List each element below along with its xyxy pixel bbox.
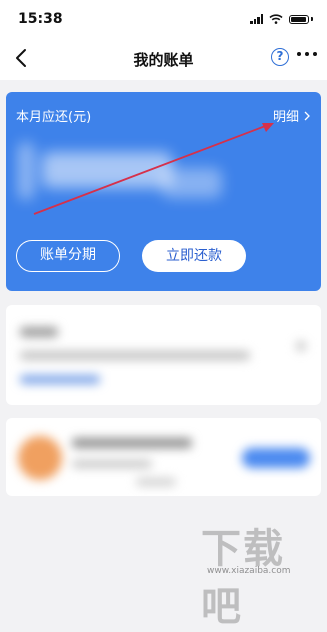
status-time: 15:38	[18, 11, 63, 27]
detail-link[interactable]: 明细	[273, 106, 311, 125]
site-watermark: 下载吧 www.xiazaiba.com	[201, 516, 321, 630]
status-icons	[250, 14, 313, 24]
detail-label: 明细	[272, 110, 299, 125]
cellular-signal-icon	[250, 14, 263, 24]
more-options-icon[interactable]	[297, 51, 317, 57]
amount-value-blurred	[12, 132, 242, 212]
monthly-due-label: 本月应还(元)	[16, 110, 92, 125]
blurred-promo-panel	[6, 418, 321, 496]
chevron-right-icon	[304, 111, 310, 120]
battery-icon	[289, 14, 309, 24]
help-icon[interactable]: ?	[271, 48, 289, 66]
installment-button[interactable]: 账单分期	[16, 240, 120, 272]
wifi-icon	[269, 14, 283, 24]
battery-tip	[311, 17, 313, 21]
navigation-bar: 我的账单 ?	[0, 38, 327, 80]
status-bar: 15:38	[0, 0, 327, 38]
bill-card: 本月应还(元) 明细 账单分期 立即还款	[6, 92, 321, 291]
blurred-info-panel	[6, 305, 321, 405]
repay-now-button[interactable]: 立即还款	[142, 240, 246, 272]
watermark-url: www.xiazaiba.com	[207, 566, 291, 576]
